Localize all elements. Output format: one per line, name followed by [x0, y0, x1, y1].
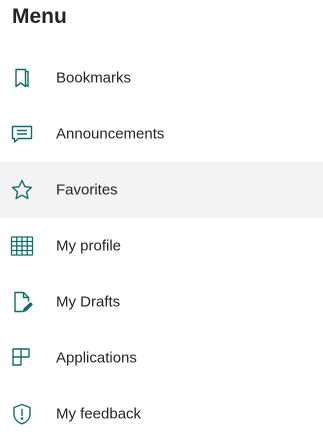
profile-grid-icon — [10, 234, 34, 258]
menu-item-label: Bookmarks — [56, 69, 132, 87]
announcement-icon — [10, 122, 34, 146]
menu-item-my-profile[interactable]: My profile — [0, 218, 323, 274]
menu-item-bookmarks[interactable]: Bookmarks — [0, 50, 323, 106]
menu-item-label: My feedback — [56, 405, 142, 423]
menu-item-label: My Drafts — [56, 293, 121, 311]
star-icon — [10, 178, 34, 202]
menu-item-announcements[interactable]: Announcements — [0, 106, 323, 162]
menu-item-label: My profile — [56, 237, 122, 255]
menu-item-label: Announcements — [56, 125, 165, 143]
menu-item-applications[interactable]: Applications — [0, 330, 323, 386]
bookmark-icon — [10, 66, 34, 90]
menu-item-my-drafts[interactable]: My Drafts — [0, 274, 323, 330]
menu-panel: Menu Bookmarks Announcements Favorites M… — [0, 0, 323, 446]
draft-edit-icon — [10, 290, 34, 314]
menu-title: Menu — [12, 5, 67, 28]
menu-item-favorites[interactable]: Favorites — [0, 162, 323, 218]
menu-list: Bookmarks Announcements Favorites My pro… — [0, 50, 323, 442]
menu-item-my-feedback[interactable]: My feedback — [0, 386, 323, 442]
feedback-shield-icon — [10, 402, 34, 426]
menu-item-label: Favorites — [56, 181, 118, 199]
apps-icon — [10, 346, 34, 370]
menu-item-label: Applications — [56, 349, 137, 367]
